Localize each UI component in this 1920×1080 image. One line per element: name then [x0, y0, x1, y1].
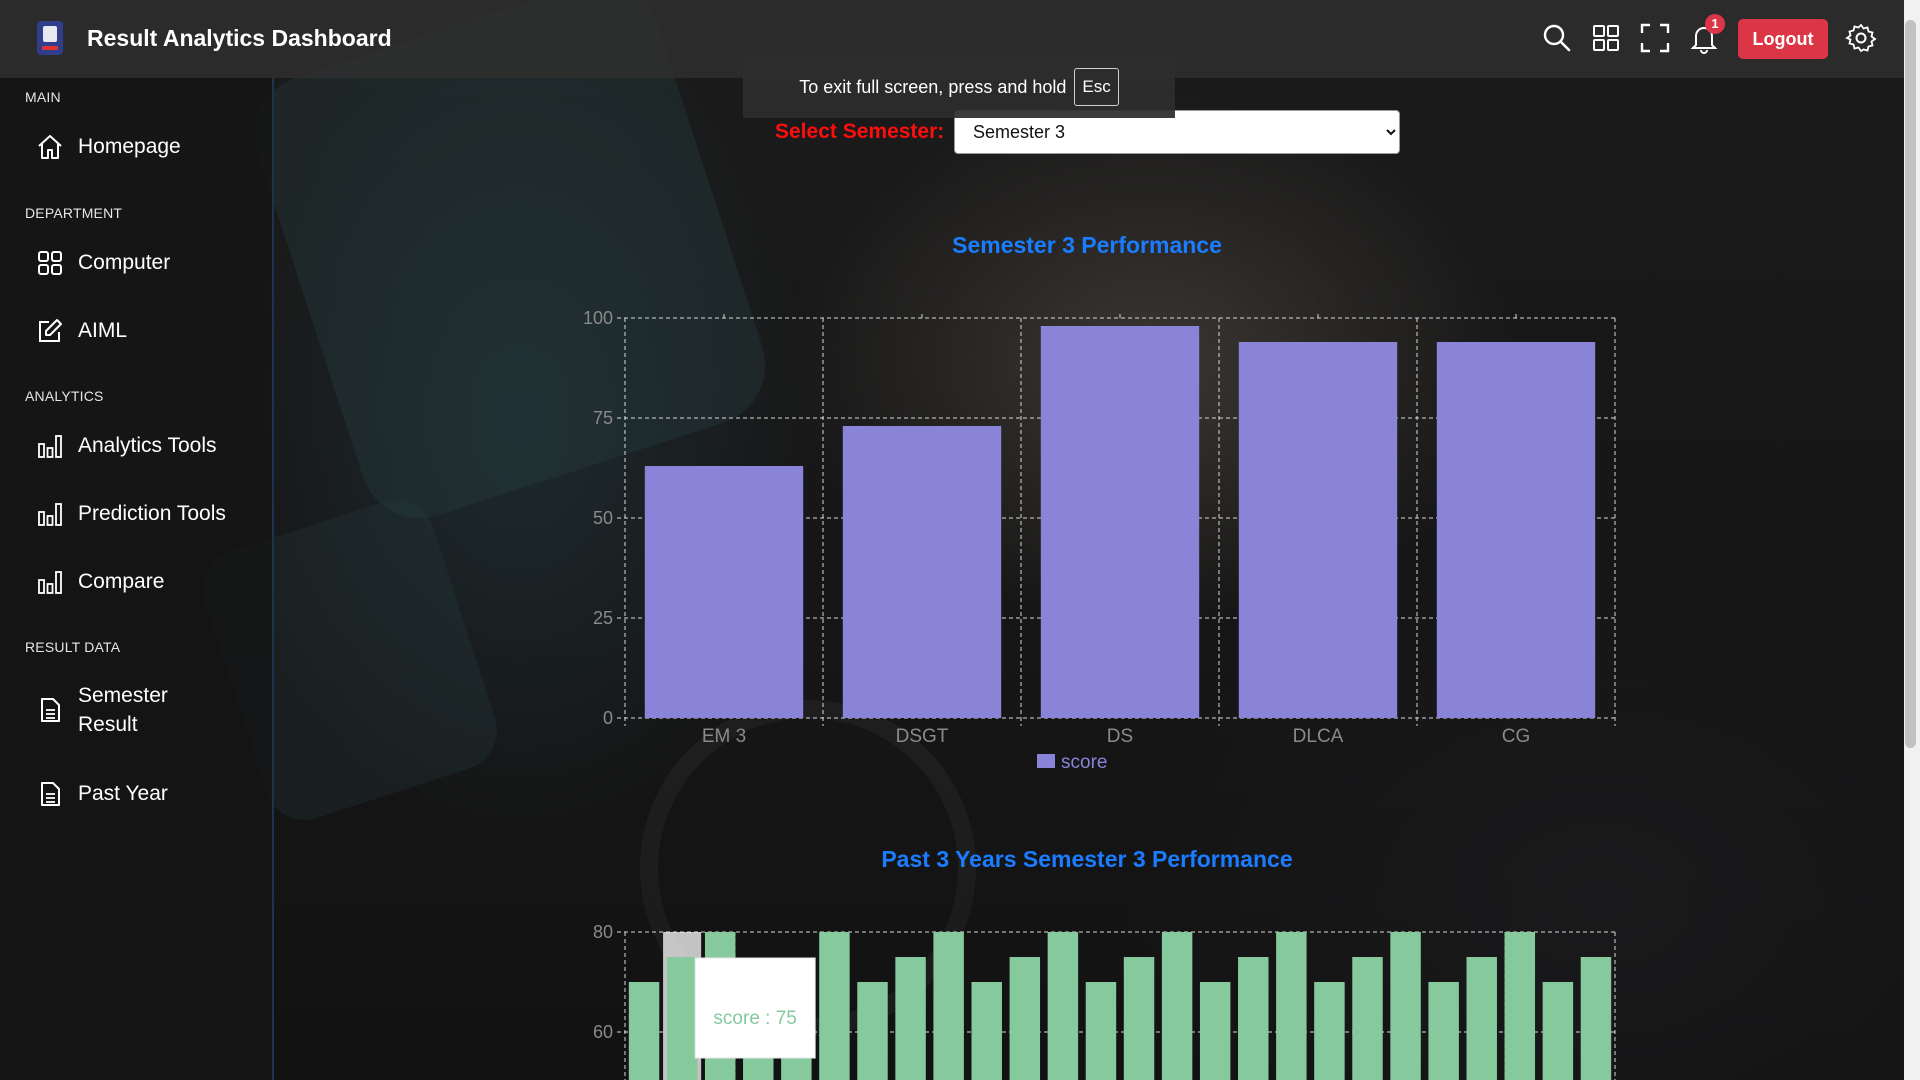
home-icon: [38, 134, 62, 159]
bar: [819, 932, 850, 1080]
bar-cg: [1436, 342, 1596, 718]
past-years-performance-chart: 60 80 score : 75: [593, 922, 1616, 1080]
esc-key-hint: Esc: [1074, 68, 1119, 106]
bar: [1390, 932, 1421, 1080]
bar-chart-icon: [38, 570, 62, 594]
bar: [1504, 932, 1536, 1080]
app-logo: [37, 21, 63, 55]
x-tick-label: DSGT: [896, 726, 949, 747]
sidebar-item-analytics-tools[interactable]: Analytics Tools: [36, 431, 266, 460]
sidebar-item-label: Analytics Tools: [78, 434, 217, 457]
app-title: Result Analytics Dashboard: [87, 25, 392, 51]
sidebar: MAIN Homepage DEPARTMENT Computer AIML A…: [0, 78, 274, 1080]
notification-badge: 1: [1705, 14, 1725, 34]
sidebar-section-main: MAIN: [25, 89, 61, 105]
y-tick-label: 80: [593, 922, 613, 942]
bar: [1199, 982, 1231, 1080]
bar-em-3: [644, 466, 804, 718]
bar: [1161, 932, 1193, 1080]
logout-button[interactable]: Logout: [1738, 19, 1828, 59]
bar: [933, 932, 964, 1080]
bar: [1047, 932, 1079, 1080]
sidebar-item-label: AIML: [78, 319, 128, 342]
select-semester-label: Select Semester:: [775, 120, 945, 143]
bar: [895, 957, 926, 1080]
document-icon: [41, 781, 60, 806]
sidebar-section-result-data: RESULT DATA: [25, 639, 121, 655]
x-tick-label: DLCA: [1293, 726, 1344, 747]
bar: [666, 957, 698, 1080]
sidebar-item-label: Semester Result: [78, 684, 168, 736]
bar-dlca: [1238, 342, 1398, 718]
y-tick-label: 0: [603, 708, 613, 728]
sidebar-item-label: Prediction Tools: [78, 502, 226, 525]
sidebar-item-aiml[interactable]: AIML: [36, 316, 266, 345]
bar: [1238, 957, 1269, 1080]
legend-swatch: [1037, 754, 1055, 768]
legend-label: score: [1061, 752, 1107, 773]
y-tick-label: 50: [593, 508, 613, 528]
bar: [1428, 982, 1459, 1080]
x-tick-label: CG: [1502, 726, 1531, 747]
chart-title-past-years-performance: Past 3 Years Semester 3 Performance: [881, 846, 1293, 872]
edit-icon: [39, 318, 62, 342]
bar-ds: [1040, 326, 1200, 718]
bar: [1314, 982, 1345, 1080]
y-tick-label: 75: [593, 408, 613, 428]
bar: [1466, 957, 1497, 1080]
sidebar-item-homepage[interactable]: Homepage: [36, 132, 266, 161]
bar-chart-icon: [38, 502, 62, 526]
x-tick-label: DS: [1107, 726, 1133, 747]
sidebar-item-label: Compare: [78, 570, 165, 593]
sidebar-item-past-year[interactable]: Past Year: [36, 779, 266, 808]
fullscreen-exit-toast: To exit full screen, press and hold Esc: [743, 56, 1175, 118]
bar-chart-icon: [38, 434, 62, 458]
grid-icon[interactable]: [1590, 22, 1622, 54]
sidebar-item-label: Homepage: [78, 135, 181, 158]
bar: [1276, 932, 1307, 1080]
sidebar-section-analytics: ANALYTICS: [25, 388, 104, 404]
tooltip-text: score : 75: [713, 1008, 796, 1029]
semester-performance-chart: 0 25 50 75 100 EM 3 DSGT DS DLCA CG score: [583, 308, 1616, 773]
sidebar-item-compare[interactable]: Compare: [36, 567, 266, 596]
bar: [1580, 957, 1612, 1080]
bar: [1352, 957, 1383, 1080]
bar: [857, 982, 888, 1080]
bar-dsgt: [842, 426, 1002, 718]
sidebar-section-department: DEPARTMENT: [25, 205, 123, 221]
bar: [1542, 982, 1574, 1080]
y-tick-label: 60: [593, 1022, 613, 1042]
sidebar-item-prediction-tools[interactable]: Prediction Tools: [36, 499, 266, 528]
chart-title-semester-performance: Semester 3 Performance: [952, 232, 1222, 258]
bar: [1123, 957, 1155, 1080]
fullscreen-icon[interactable]: [1639, 22, 1671, 54]
bar: [971, 982, 1002, 1080]
bar: [1009, 957, 1041, 1080]
y-tick-label: 25: [593, 608, 613, 628]
document-icon: [41, 698, 60, 722]
sidebar-item-semester-result[interactable]: Semester Result: [36, 681, 186, 739]
bar: [628, 982, 660, 1080]
fullscreen-toast-text: To exit full screen, press and hold: [799, 76, 1067, 97]
x-tick-label: EM 3: [702, 726, 746, 747]
sidebar-item-label: Past Year: [78, 782, 168, 805]
bar: [1085, 982, 1117, 1080]
scrollbar-thumb[interactable]: [1905, 20, 1916, 748]
gear-icon[interactable]: [1845, 22, 1877, 54]
y-tick-label: 100: [583, 308, 613, 328]
search-icon[interactable]: [1541, 22, 1573, 54]
